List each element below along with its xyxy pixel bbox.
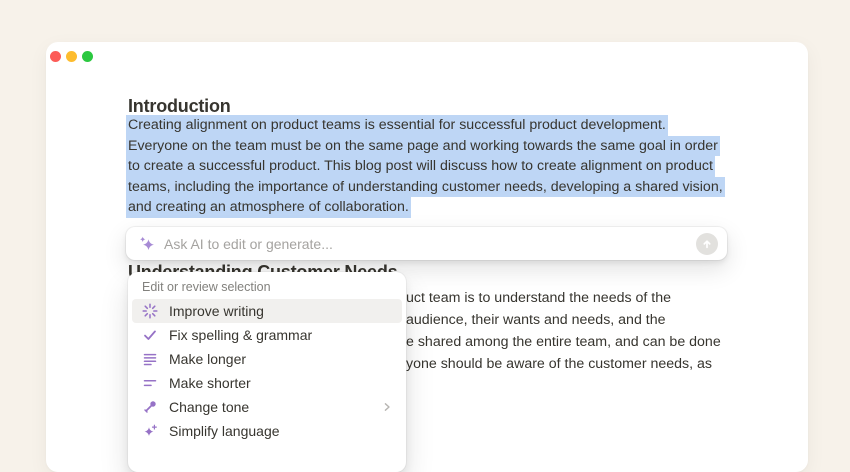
menu-item-label: Change tone: [169, 399, 371, 415]
change-tone-icon: [142, 399, 158, 415]
menu-item-make-shorter[interactable]: Make shorter: [132, 371, 402, 395]
selected-text-line[interactable]: and creating an atmosphere of collaborat…: [126, 197, 411, 218]
arrow-up-icon: [701, 238, 713, 250]
zoom-button[interactable]: [82, 51, 93, 62]
ai-actions-menu: Edit or review selection Improve writing…: [128, 272, 406, 472]
selected-text-line[interactable]: Creating alignment on product teams is e…: [126, 115, 668, 136]
improve-writing-icon: [142, 303, 158, 319]
obscured-text-line[interactable]: e shared among the entire team, and can …: [406, 331, 721, 353]
selected-paragraph: Creating alignment on product teams is e…: [126, 115, 725, 218]
menu-item-label: Fix spelling & grammar: [169, 327, 392, 343]
check-icon: [142, 327, 158, 343]
menu-item-make-longer[interactable]: Make longer: [132, 347, 402, 371]
menu-item-label: Improve writing: [169, 303, 392, 319]
menu-item-fix-spelling-grammar[interactable]: Fix spelling & grammar: [132, 323, 402, 347]
menu-item-label: Simplify language: [169, 423, 392, 439]
selected-text-line[interactable]: to create a successful product. This blo…: [126, 156, 715, 177]
window-controls: [50, 51, 93, 62]
menu-item-change-tone[interactable]: Change tone: [132, 395, 402, 419]
obscured-text-line[interactable]: uct team is to understand the needs of t…: [406, 287, 721, 309]
submit-button[interactable]: [696, 233, 718, 255]
ai-sparkle-icon: [138, 235, 156, 253]
menu-item-label: Make longer: [169, 351, 392, 367]
close-button[interactable]: [50, 51, 61, 62]
menu-item-simplify-language[interactable]: Simplify language: [132, 419, 402, 443]
chevron-right-icon: [382, 402, 392, 412]
simplify-language-icon: [142, 423, 158, 439]
make-shorter-icon: [142, 375, 158, 391]
intro-heading[interactable]: Introduction: [128, 96, 231, 117]
menu-item-improve-writing[interactable]: Improve writing: [132, 299, 402, 323]
menu-item-label: Make shorter: [169, 375, 392, 391]
obscured-paragraph: uct team is to understand the needs of t…: [406, 287, 721, 375]
ai-input[interactable]: Ask AI to edit or generate...: [164, 236, 696, 252]
make-longer-icon: [142, 351, 158, 367]
ai-prompt-bar[interactable]: Ask AI to edit or generate...: [126, 227, 727, 260]
obscured-text-line[interactable]: audience, their wants and needs, and the: [406, 309, 721, 331]
obscured-text-line[interactable]: yone should be aware of the customer nee…: [406, 353, 721, 375]
selected-text-line[interactable]: Everyone on the team must be on the same…: [126, 136, 720, 157]
menu-section-label: Edit or review selection: [128, 277, 406, 299]
minimize-button[interactable]: [66, 51, 77, 62]
selected-text-line[interactable]: teams, including the importance of under…: [126, 177, 725, 198]
